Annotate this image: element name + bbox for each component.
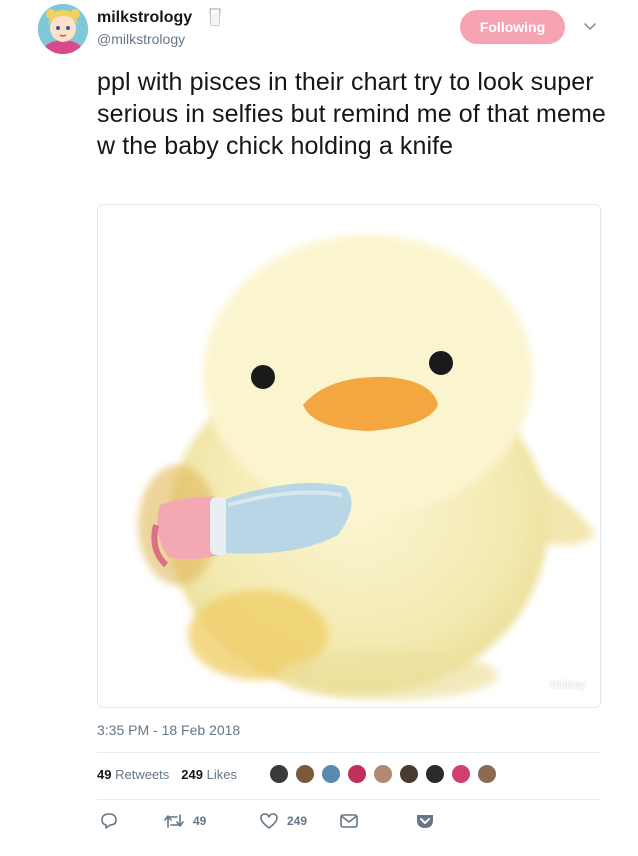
pocket-icon (417, 815, 433, 828)
divider (97, 752, 601, 753)
envelope-icon (340, 814, 358, 828)
likes-label: Likes (206, 767, 237, 782)
liker-avatar[interactable] (320, 763, 342, 785)
pocket-button[interactable] (415, 812, 435, 830)
likes-count: 249 (181, 767, 203, 782)
retweet-icon (164, 814, 184, 828)
liker-avatar[interactable] (476, 763, 498, 785)
display-name[interactable]: milkstrology (97, 8, 192, 28)
tweet-image[interactable]: shiitsay (97, 204, 601, 708)
liker-avatar[interactable] (268, 763, 290, 785)
retweet-count: 49 (193, 814, 207, 828)
tweet-actions: 49 249 (97, 812, 477, 834)
liker-avatar[interactable] (424, 763, 446, 785)
anime-character-avatar-icon (38, 4, 88, 54)
retweets-label: Retweets (115, 767, 170, 782)
direct-message-button[interactable] (339, 812, 359, 830)
liker-avatars (268, 763, 502, 785)
reply-button[interactable] (99, 812, 119, 830)
milk-glass-icon (209, 8, 221, 26)
retweets-stat[interactable]: 49 Retweets (97, 766, 169, 784)
liker-avatar[interactable] (346, 763, 368, 785)
liker-avatar[interactable] (398, 763, 420, 785)
tweet-timestamp[interactable]: 3:35 PM - 18 Feb 2018 (97, 721, 240, 739)
retweet-button[interactable]: 49 (163, 812, 206, 830)
user-avatar[interactable] (38, 4, 88, 54)
likes-stat[interactable]: 249 Likes (181, 766, 237, 784)
chevron-down-icon[interactable] (582, 20, 598, 34)
liker-avatar[interactable] (450, 763, 472, 785)
reply-icon (101, 813, 117, 829)
chick-with-knife-image (98, 205, 600, 707)
user-handle[interactable]: @milkstrology (97, 30, 185, 48)
like-count: 249 (287, 814, 308, 828)
liker-avatar[interactable] (294, 763, 316, 785)
heart-icon (260, 813, 278, 829)
following-button[interactable]: Following (460, 10, 565, 44)
retweets-count: 49 (97, 767, 112, 782)
like-button[interactable]: 249 (259, 812, 307, 830)
image-watermark: shiitsay (549, 679, 586, 691)
liker-avatar[interactable] (372, 763, 394, 785)
divider (97, 799, 601, 800)
tweet-text: ppl with pisces in their chart try to lo… (97, 68, 606, 160)
engagement-stats: 49 Retweets 249 Likes (97, 766, 237, 784)
